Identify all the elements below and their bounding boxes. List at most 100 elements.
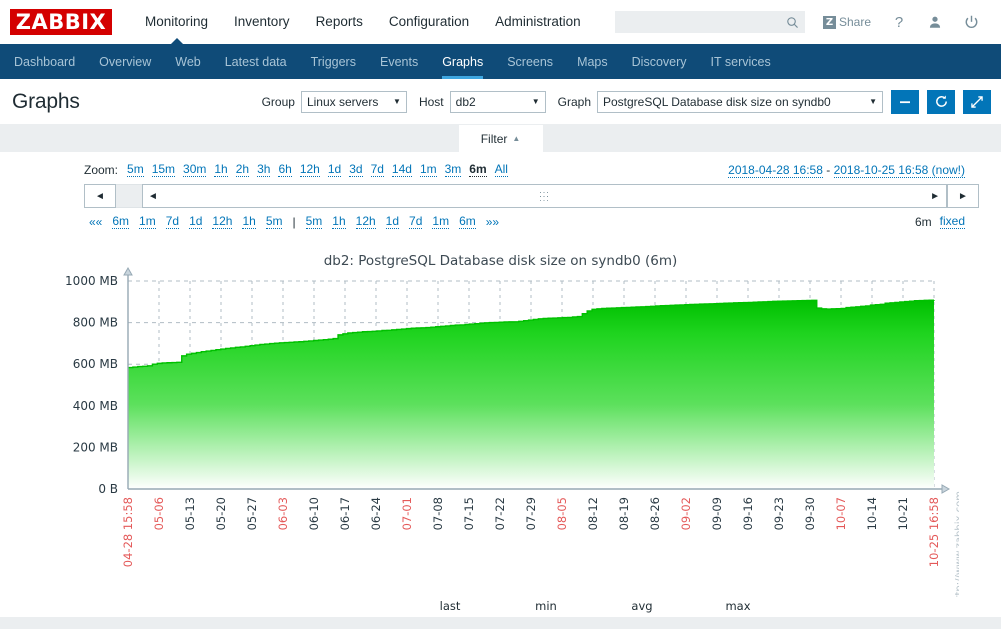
slider-right-handle[interactable]: ► xyxy=(930,191,946,202)
menu-item-configuration[interactable]: Configuration xyxy=(376,0,482,44)
x-axis-tick-label: 10-25 16:58 xyxy=(927,497,941,567)
step-fwd-7d[interactable]: 7d xyxy=(409,214,423,229)
filter-bar: Filter ▲ xyxy=(0,124,1001,152)
x-axis-tick-label: 05-06 xyxy=(152,497,166,530)
nav-item-graphs[interactable]: Graphs xyxy=(430,44,495,79)
step-fwd-12h[interactable]: 12h xyxy=(355,214,376,229)
zoom-option-7d[interactable]: 7d xyxy=(370,162,384,177)
power-icon[interactable] xyxy=(953,7,989,37)
zoom-option-30m[interactable]: 30m xyxy=(183,162,207,177)
zoom-option-1m[interactable]: 1m xyxy=(419,162,437,177)
nav-item-screens[interactable]: Screens xyxy=(495,44,565,79)
step-fwd-1h[interactable]: 1h xyxy=(332,214,346,229)
x-axis-tick-label: 09-02 xyxy=(679,497,693,530)
x-axis-tick-label: 06-03 xyxy=(276,497,290,530)
x-axis-tick-label: 07-22 xyxy=(493,497,507,530)
step-fwd-all[interactable]: »» xyxy=(486,215,499,229)
x-axis-tick-label: 08-12 xyxy=(586,497,600,530)
time-control-panel: Zoom: 5m 15m 30m 1h 2h 3h 6h 12h 1d 3d 7… xyxy=(10,152,991,237)
zoom-option-14d[interactable]: 14d xyxy=(391,162,412,177)
chevron-up-icon: ▲ xyxy=(512,134,521,143)
zoom-option-5m[interactable]: 5m xyxy=(127,162,144,177)
zoom-label: Zoom: xyxy=(84,162,119,177)
search-icon[interactable] xyxy=(786,16,799,29)
nav-item-events[interactable]: Events xyxy=(368,44,430,79)
collapse-button[interactable] xyxy=(891,89,919,114)
step-back-12h[interactable]: 12h xyxy=(212,214,233,229)
nav-item-dashboard[interactable]: Dashboard xyxy=(2,44,87,79)
legend-header-min: min xyxy=(535,599,557,613)
time-slider-selection[interactable]: ◄ :::::: ► xyxy=(142,184,947,208)
zoom-option-1d[interactable]: 1d xyxy=(327,162,342,177)
x-axis-tick-label: 07-08 xyxy=(431,497,445,530)
fullscreen-button[interactable] xyxy=(963,89,991,114)
x-axis-tick-label: 06-17 xyxy=(338,497,352,530)
share-label: Share xyxy=(838,15,871,29)
chevron-down-icon: ▼ xyxy=(869,97,877,106)
slider-drag-handle-icon[interactable]: :::::: xyxy=(539,190,550,203)
zoom-option-3d[interactable]: 3d xyxy=(349,162,363,177)
help-icon[interactable]: ? xyxy=(881,7,917,37)
page-title: Graphs xyxy=(12,89,80,113)
secondary-nav: Dashboard Overview Web Latest data Trigg… xyxy=(0,44,1001,79)
user-icon[interactable] xyxy=(917,7,953,37)
zabbix-logo[interactable]: ZABBIX xyxy=(10,9,112,35)
step-back-all[interactable]: «« xyxy=(89,215,102,229)
time-range-to[interactable]: 2018-10-25 16:58 (now!) xyxy=(833,162,965,178)
nav-item-web[interactable]: Web xyxy=(163,44,212,79)
nav-item-triggers[interactable]: Triggers xyxy=(299,44,368,79)
step-fwd-6m[interactable]: 6m xyxy=(459,214,476,229)
page-header: Graphs Group Linux servers ▼ Host db2 ▼ … xyxy=(0,79,1001,124)
zoom-option-1h[interactable]: 1h xyxy=(214,162,228,177)
zoom-option-6m[interactable]: 6m xyxy=(469,162,487,177)
step-fwd-1d[interactable]: 1d xyxy=(385,214,400,229)
slider-left-handle[interactable]: ◄ xyxy=(143,191,158,202)
search-input[interactable] xyxy=(622,12,786,32)
header-actions: Z Share ? xyxy=(614,7,989,37)
search-box[interactable] xyxy=(614,11,805,33)
graph-select[interactable]: PostgreSQL Database disk size on syndb0 … xyxy=(597,90,883,113)
zoom-row: Zoom: 5m 15m 30m 1h 2h 3h 6h 12h 1d 3d 7… xyxy=(22,162,979,178)
zoom-option-3h[interactable]: 3h xyxy=(257,162,271,177)
zoom-option-2h[interactable]: 2h xyxy=(235,162,250,177)
step-back-6m[interactable]: 6m xyxy=(112,214,130,229)
x-axis-tick-label: 09-16 xyxy=(741,497,755,530)
step-back-7d[interactable]: 7d xyxy=(165,214,180,229)
zoom-option-all[interactable]: All xyxy=(494,162,508,177)
share-button[interactable]: Z Share xyxy=(805,15,881,29)
filter-tab-label: Filter xyxy=(480,131,508,146)
step-fwd-5m[interactable]: 5m xyxy=(305,214,323,229)
zoom-option-3m[interactable]: 3m xyxy=(444,162,462,177)
filter-tab[interactable]: Filter ▲ xyxy=(458,125,543,152)
x-axis-tick-label: 10-14 xyxy=(865,497,879,530)
step-fwd-1m[interactable]: 1m xyxy=(432,214,450,229)
zoom-option-15m[interactable]: 15m xyxy=(151,162,176,177)
graph-canvas[interactable]: db2: PostgreSQL Database disk size on sy… xyxy=(42,245,959,597)
graph-selector-controls: Group Linux servers ▼ Host db2 ▼ Graph P… xyxy=(250,89,991,114)
slider-scroll-left-button[interactable]: ◄ xyxy=(84,184,116,208)
nav-item-maps[interactable]: Maps xyxy=(565,44,620,79)
menu-item-administration[interactable]: Administration xyxy=(482,0,594,44)
refresh-button[interactable] xyxy=(927,89,955,114)
zoom-option-6h[interactable]: 6h xyxy=(278,162,292,177)
step-back-5m[interactable]: 5m xyxy=(265,214,283,229)
slider-scroll-right-button[interactable]: ► xyxy=(947,184,979,208)
host-select[interactable]: db2 ▼ xyxy=(449,90,546,113)
step-back-1h[interactable]: 1h xyxy=(242,214,256,229)
time-range-from[interactable]: 2018-04-28 16:58 xyxy=(728,162,823,178)
nav-item-it-services[interactable]: IT services xyxy=(699,44,783,79)
time-range-display[interactable]: 2018-04-28 16:58 - 2018-10-25 16:58 (now… xyxy=(728,162,979,178)
slider-empty-track-left[interactable] xyxy=(116,184,142,208)
nav-item-discovery[interactable]: Discovery xyxy=(620,44,699,79)
group-select[interactable]: Linux servers ▼ xyxy=(300,90,407,113)
zoom-option-12h[interactable]: 12h xyxy=(299,162,320,177)
step-back-1m[interactable]: 1m xyxy=(139,214,156,229)
menu-item-monitoring[interactable]: Monitoring xyxy=(132,0,221,45)
step-back-1d[interactable]: 1d xyxy=(189,214,203,229)
nav-item-latest-data[interactable]: Latest data xyxy=(213,44,299,79)
nav-item-overview[interactable]: Overview xyxy=(87,44,163,79)
time-mode-toggle[interactable]: fixed xyxy=(939,214,965,229)
x-axis-tick-label: 07-29 xyxy=(524,497,538,530)
menu-item-inventory[interactable]: Inventory xyxy=(221,0,303,44)
menu-item-reports[interactable]: Reports xyxy=(303,0,376,44)
